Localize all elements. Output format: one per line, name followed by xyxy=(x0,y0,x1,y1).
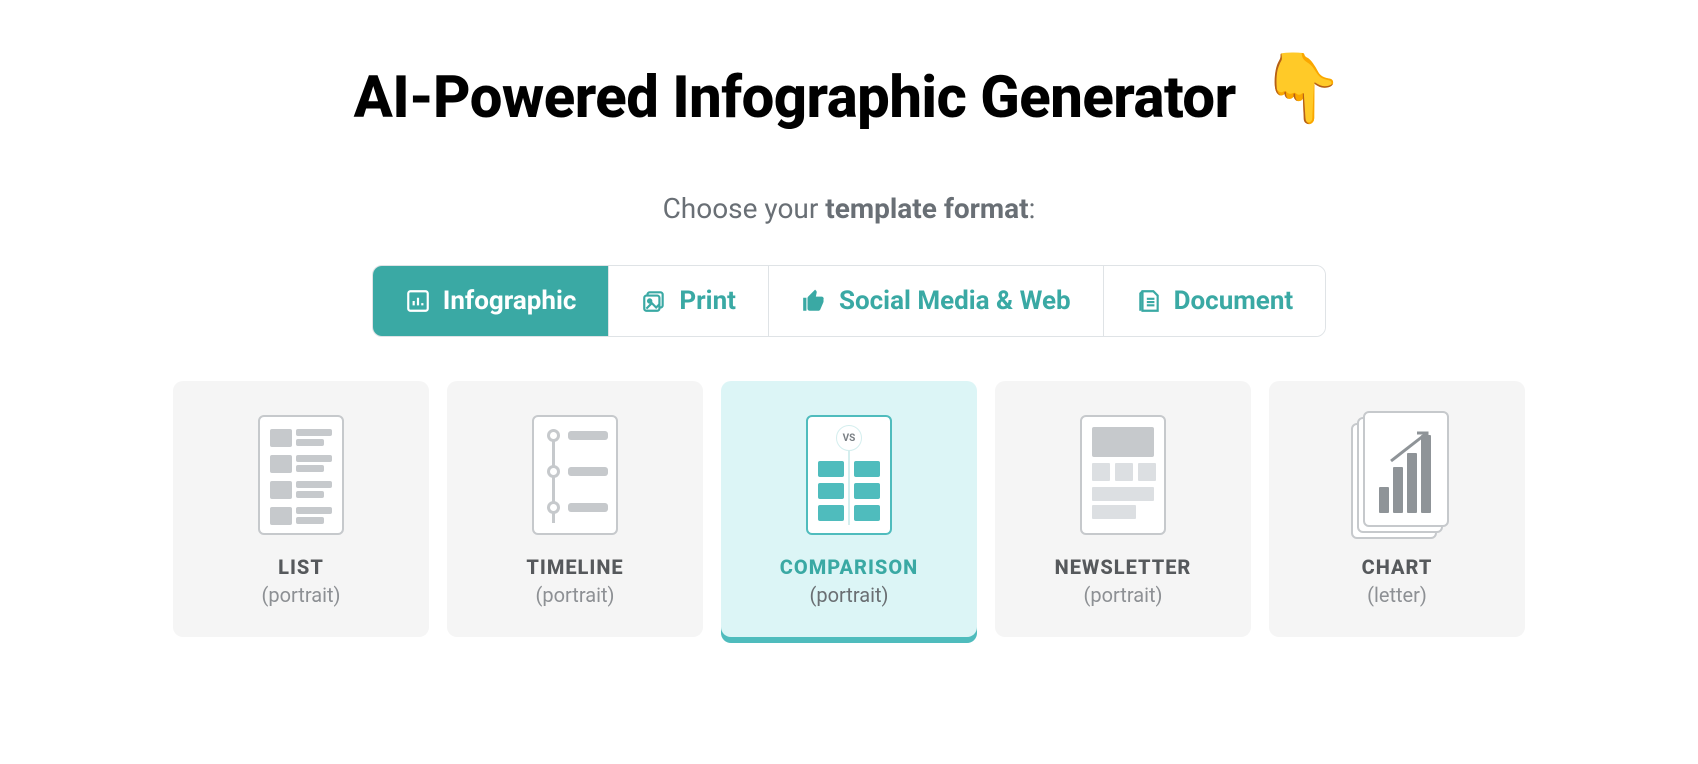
thumbs-up-icon xyxy=(801,288,827,314)
card-title: TIMELINE xyxy=(526,555,623,579)
comparison-thumb-icon: VS xyxy=(803,411,895,539)
tab-print[interactable]: Print xyxy=(609,266,769,336)
chart-thumb-icon xyxy=(1351,411,1443,539)
subtitle: Choose your template format: xyxy=(663,192,1036,225)
card-subtitle: (portrait) xyxy=(1084,583,1163,607)
subtitle-suffix: : xyxy=(1029,192,1036,225)
chart-bar-icon xyxy=(405,288,431,314)
tab-label: Document xyxy=(1174,286,1294,316)
card-title: COMPARISON xyxy=(780,555,918,579)
tab-social-media-web[interactable]: Social Media & Web xyxy=(769,266,1104,336)
template-card-list[interactable]: LIST (portrait) xyxy=(173,381,429,637)
template-card-comparison[interactable]: VS COMPARISON (portrait) xyxy=(721,381,977,637)
card-title: NEWSLETTER xyxy=(1055,555,1192,579)
picture-icon xyxy=(641,288,667,314)
vs-badge: VS xyxy=(836,425,862,451)
card-subtitle: (portrait) xyxy=(262,583,341,607)
format-tab-bar: Infographic Print Social Media & Web xyxy=(372,265,1326,337)
tab-infographic[interactable]: Infographic xyxy=(373,266,610,336)
page-title: AI-Powered Infographic Generator xyxy=(354,64,1236,132)
template-card-timeline[interactable]: TIMELINE (portrait) xyxy=(447,381,703,637)
card-subtitle: (letter) xyxy=(1367,583,1427,607)
card-title: LIST xyxy=(278,555,324,579)
subtitle-bold: template format xyxy=(825,192,1028,225)
tab-label: Social Media & Web xyxy=(839,286,1071,316)
tab-document[interactable]: Document xyxy=(1104,266,1326,336)
subtitle-prefix: Choose your xyxy=(663,192,826,225)
pointing-down-icon: 👇 xyxy=(1260,54,1345,122)
list-thumb-icon xyxy=(255,411,347,539)
card-subtitle: (portrait) xyxy=(536,583,615,607)
timeline-thumb-icon xyxy=(529,411,621,539)
tab-label: Print xyxy=(679,286,736,316)
page-title-row: AI-Powered Infographic Generator 👇 xyxy=(354,64,1345,132)
card-title: CHART xyxy=(1362,555,1433,579)
document-icon xyxy=(1136,288,1162,314)
tab-label: Infographic xyxy=(443,286,577,316)
template-card-row: LIST (portrait) TIMELINE (portrait) VS xyxy=(173,381,1525,637)
newsletter-thumb-icon xyxy=(1077,411,1169,539)
template-card-newsletter[interactable]: NEWSLETTER (portrait) xyxy=(995,381,1251,637)
card-subtitle: (portrait) xyxy=(810,583,889,607)
template-card-chart[interactable]: CHART (letter) xyxy=(1269,381,1525,637)
